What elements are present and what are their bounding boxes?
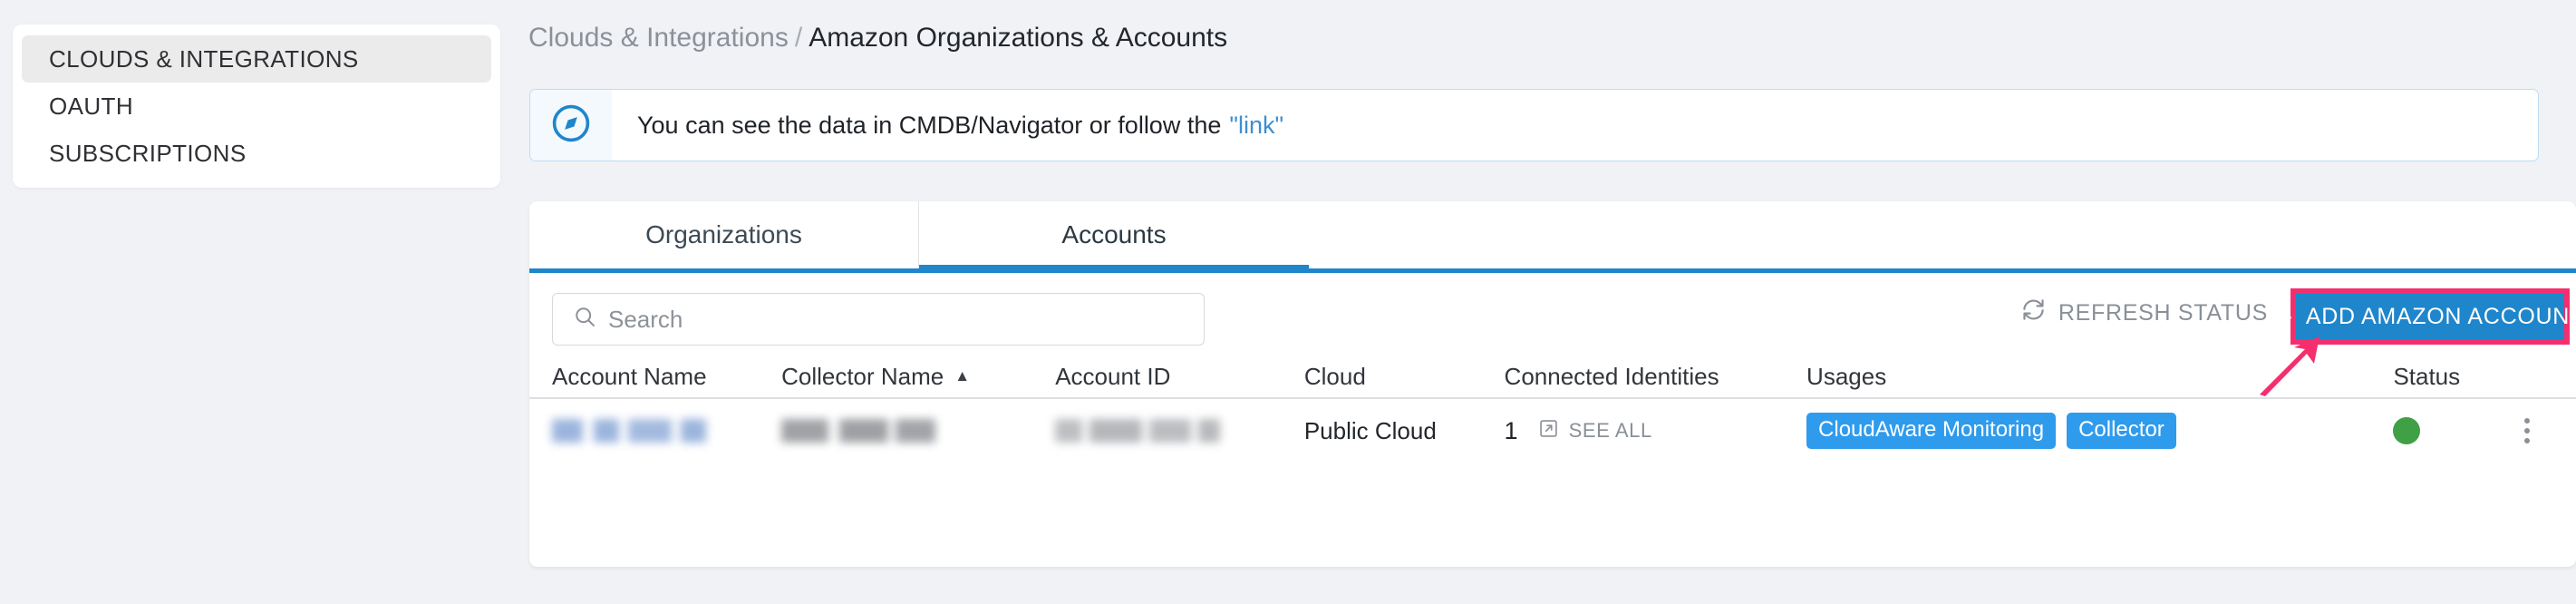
column-header-status[interactable]: Status: [2393, 363, 2500, 391]
usage-badge[interactable]: CloudAware Monitoring: [1806, 413, 2057, 449]
sidebar-item-oauth[interactable]: OAUTH: [22, 83, 491, 130]
search-input[interactable]: Search: [552, 293, 1205, 346]
compass-icon: [550, 102, 592, 149]
cell-connected-identities: 1 SEE ALL: [1505, 417, 1807, 445]
column-header-cloud[interactable]: Cloud: [1304, 363, 1505, 391]
breadcrumb: Clouds & Integrations / Amazon Organizatio…: [528, 23, 1227, 54]
tab-label: Accounts: [1061, 220, 1167, 248]
add-amazon-account-label: ADD AMAZON ACCOUNT: [2305, 303, 2576, 329]
external-link-icon: [1538, 418, 1559, 444]
refresh-status-button[interactable]: REFRESH STATUS: [2020, 297, 2268, 329]
cloud-value: Public Cloud: [1303, 416, 1437, 444]
tab-label: Organizations: [645, 220, 802, 248]
redacted-account-id: [1055, 419, 1221, 443]
column-label: Usages: [1806, 362, 1887, 390]
main-content: Clouds & Integrations / Amazon Organizatio…: [528, 0, 2576, 604]
see-all-link[interactable]: SEE ALL: [1538, 418, 1652, 444]
see-all-label: SEE ALL: [1568, 419, 1652, 442]
breadcrumb-separator: /: [794, 23, 803, 53]
banner-icon-container: [530, 90, 612, 161]
column-header-account-id[interactable]: Account ID: [1055, 363, 1304, 391]
sidebar-item-clouds-integrations[interactable]: CLOUDS & INTEGRATIONS: [22, 35, 491, 83]
redacted-collector-name: [781, 419, 936, 443]
banner-message: You can see the data in CMDB/Navigator o…: [612, 90, 1283, 161]
cell-usages: CloudAware Monitoring Collector: [1806, 413, 2393, 449]
cell-account-id: [1055, 419, 1304, 443]
tab-organizations[interactable]: Organizations: [529, 201, 919, 268]
table-toolbar: Search REFRESH STATUS + ADD AMAZON ACCOU…: [529, 273, 2576, 396]
cell-cloud: Public Cloud: [1304, 417, 1505, 445]
column-header-account-name[interactable]: Account Name: [552, 363, 781, 391]
cell-collector-name[interactable]: [781, 419, 1055, 443]
sidebar-item-label: OAUTH: [49, 92, 133, 120]
settings-sidebar: CLOUDS & INTEGRATIONS OAUTH SUBSCRIPTION…: [13, 24, 500, 188]
refresh-icon: [2020, 297, 2047, 329]
search-icon: [573, 305, 597, 334]
column-header-connected-identities[interactable]: Connected Identities: [1505, 363, 1807, 391]
kebab-menu-icon[interactable]: [2519, 413, 2535, 449]
tab-bar: Organizations Accounts: [529, 201, 2576, 273]
breadcrumb-current: Amazon Organizations & Accounts: [809, 23, 1228, 53]
active-tab-indicator: [919, 265, 1309, 273]
info-banner: You can see the data in CMDB/Navigator o…: [529, 89, 2539, 161]
status-badge: [2393, 417, 2421, 444]
column-label: Collector Name: [781, 362, 944, 390]
cell-status: [2393, 417, 2500, 444]
redacted-account-name: [552, 419, 706, 443]
cell-account-name[interactable]: [552, 419, 781, 443]
column-header-collector-name[interactable]: Collector Name ▲: [781, 363, 1055, 391]
add-amazon-account-button[interactable]: + ADD AMAZON ACCOUNT: [2276, 294, 2576, 339]
column-header-usages[interactable]: Usages: [1806, 363, 2393, 391]
column-label: Cloud: [1303, 362, 1366, 390]
column-label: Status: [2393, 362, 2461, 390]
column-label: Account Name: [552, 362, 707, 390]
usage-badge[interactable]: Collector: [2067, 413, 2176, 449]
search-placeholder: Search: [608, 305, 683, 333]
refresh-status-label: REFRESH STATUS: [2058, 299, 2268, 326]
add-amazon-account-highlight: + ADD AMAZON ACCOUNT: [2276, 288, 2576, 345]
accounts-table: Account Name Collector Name ▲ Account ID…: [529, 356, 2576, 463]
accounts-card: Organizations Accounts Search REFRESH ST…: [529, 201, 2576, 567]
banner-message-text: You can see the data in CMDB/Navigator o…: [637, 111, 1222, 139]
table-header-row: Account Name Collector Name ▲ Account ID…: [529, 356, 2576, 399]
banner-link[interactable]: "link": [1229, 112, 1283, 140]
sort-ascending-icon: ▲: [954, 367, 971, 385]
plus-icon: +: [2276, 300, 2293, 333]
sidebar-item-subscriptions[interactable]: SUBSCRIPTIONS: [22, 130, 491, 177]
column-label: Account ID: [1055, 362, 1171, 390]
sidebar-item-label: CLOUDS & INTEGRATIONS: [49, 44, 359, 73]
column-label: Connected Identities: [1504, 362, 1719, 390]
cell-actions: [2500, 413, 2553, 449]
breadcrumb-parent-link[interactable]: Clouds & Integrations: [528, 23, 789, 53]
connected-identities-count: 1: [1504, 416, 1518, 444]
tab-accounts[interactable]: Accounts: [919, 201, 1309, 268]
table-row[interactable]: Public Cloud 1 SEE ALL CloudAware Monito…: [529, 399, 2576, 463]
sidebar-item-label: SUBSCRIPTIONS: [49, 139, 247, 167]
